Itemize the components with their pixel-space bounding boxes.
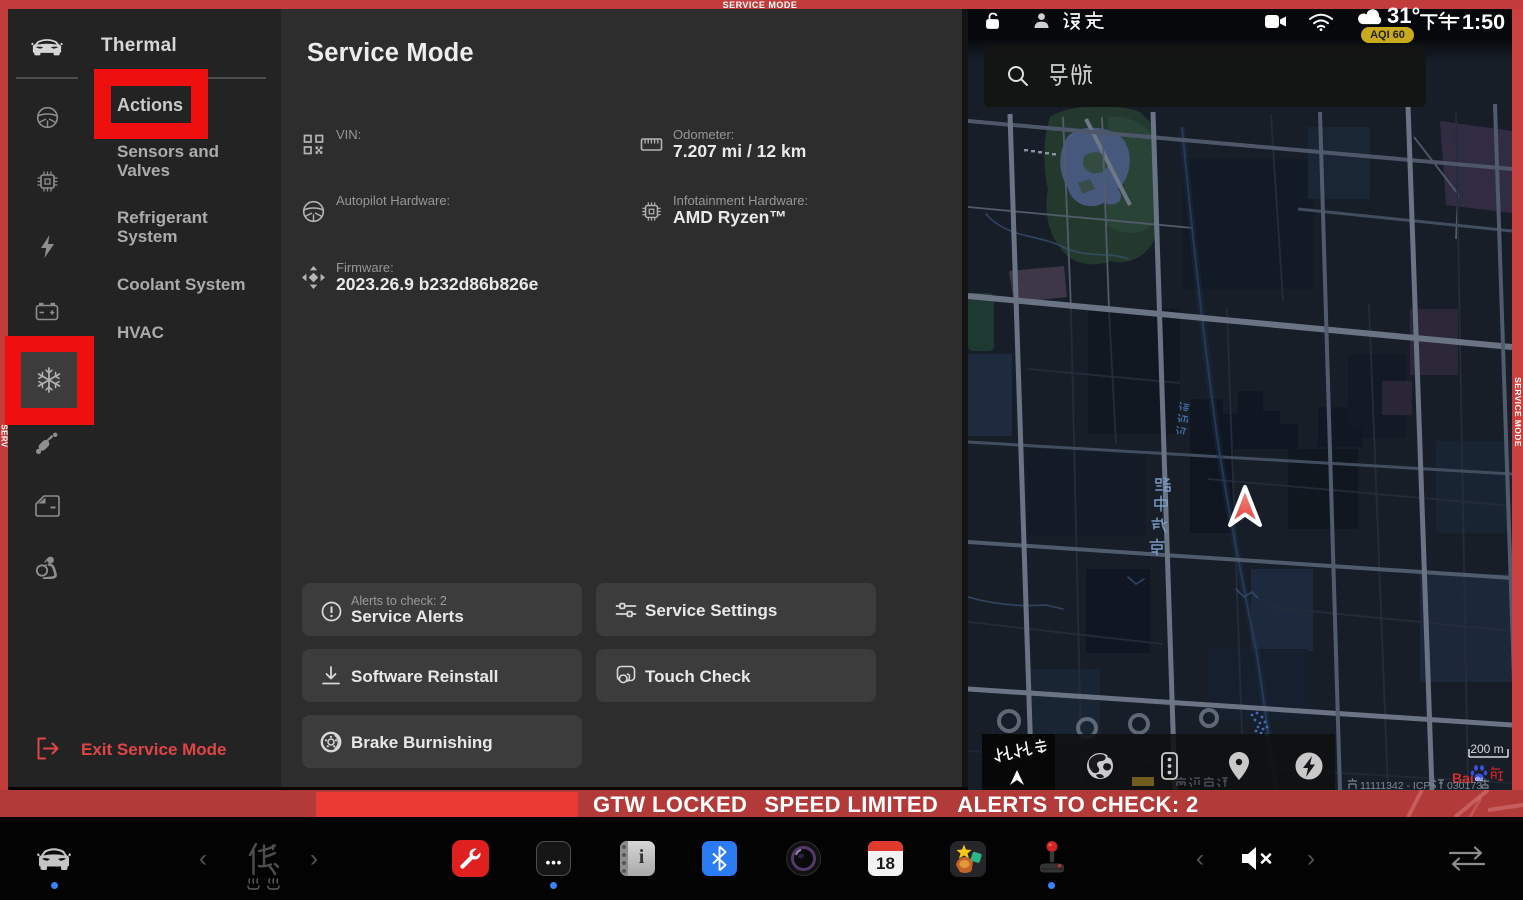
svg-text:200 m: 200 m (1470, 742, 1503, 756)
svg-text:030173: 030173 (1447, 780, 1482, 790)
svg-text:11111342 - ICP: 11111342 - ICP (1360, 780, 1430, 790)
